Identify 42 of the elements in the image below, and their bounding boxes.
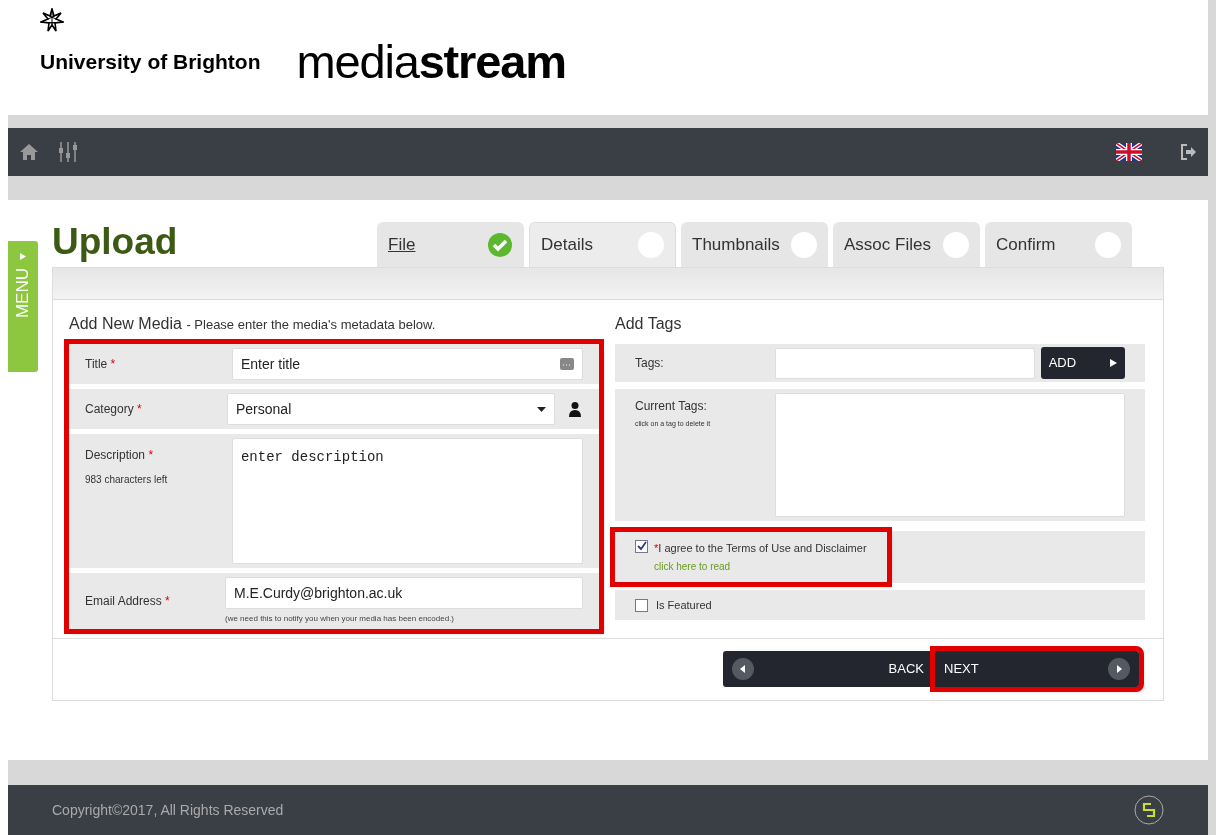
field-label: Email Address * [85, 593, 171, 610]
union-flag-icon[interactable] [1116, 143, 1142, 161]
field-label: Tags: [635, 355, 665, 372]
add-button[interactable]: ADD [1040, 347, 1125, 379]
section-subheading: - Please enter the media's metadata below. [186, 317, 436, 332]
category-select[interactable]: Personal [227, 393, 555, 425]
step-tab[interactable]: Assoc Files [833, 222, 980, 267]
featured-checkbox[interactable] [635, 598, 648, 612]
field-label: Title * [85, 356, 117, 373]
page-title: Upload [52, 220, 179, 264]
step-tab[interactable]: File [377, 222, 524, 267]
step-tab[interactable]: Confirm [985, 222, 1132, 267]
brand-logo-icon[interactable] [1134, 795, 1164, 825]
sliders-icon[interactable] [58, 142, 78, 162]
keyboard-icon [560, 358, 574, 370]
play-arrow-icon [1110, 359, 1117, 367]
field-label: Current Tags: [635, 398, 708, 415]
email-field[interactable]: M.E.Curdy@brighton.ac.uk [225, 577, 583, 609]
copyright-text: Copyright©2017, All Rights Reserved [52, 800, 284, 820]
section-heading: Add New Media [69, 315, 182, 332]
characters-left-hint: 983 characters left [85, 473, 169, 487]
step-tab[interactable]: Details [529, 222, 676, 267]
home-icon[interactable] [20, 144, 38, 160]
logout-icon[interactable] [1180, 144, 1196, 160]
title-field[interactable]: Enter title [231, 348, 583, 380]
agree-label: *I agree to the Terms of Use and Disclaimer [654, 540, 867, 556]
back-button[interactable]: BACK [723, 651, 933, 687]
field-note: (we need this to notify you when your media has been encoded.) [225, 613, 456, 625]
product-logo: mediastream [296, 38, 566, 85]
featured-label: Is Featured [656, 597, 712, 613]
play-arrow-icon [20, 253, 26, 260]
caret-icon [537, 406, 546, 412]
description-field[interactable]: enter description [231, 438, 583, 564]
section-heading: Add Tags [615, 314, 683, 334]
field-label: Description * [85, 447, 155, 464]
person-icon[interactable] [567, 401, 583, 417]
step-tab[interactable]: Thumbnails [681, 222, 828, 267]
star-logo-icon [40, 8, 64, 32]
field-label: Category * [85, 401, 143, 418]
agree-checkbox[interactable] [635, 539, 648, 553]
university-name: University of Brighton [40, 49, 261, 75]
tags-field[interactable] [774, 347, 1035, 379]
